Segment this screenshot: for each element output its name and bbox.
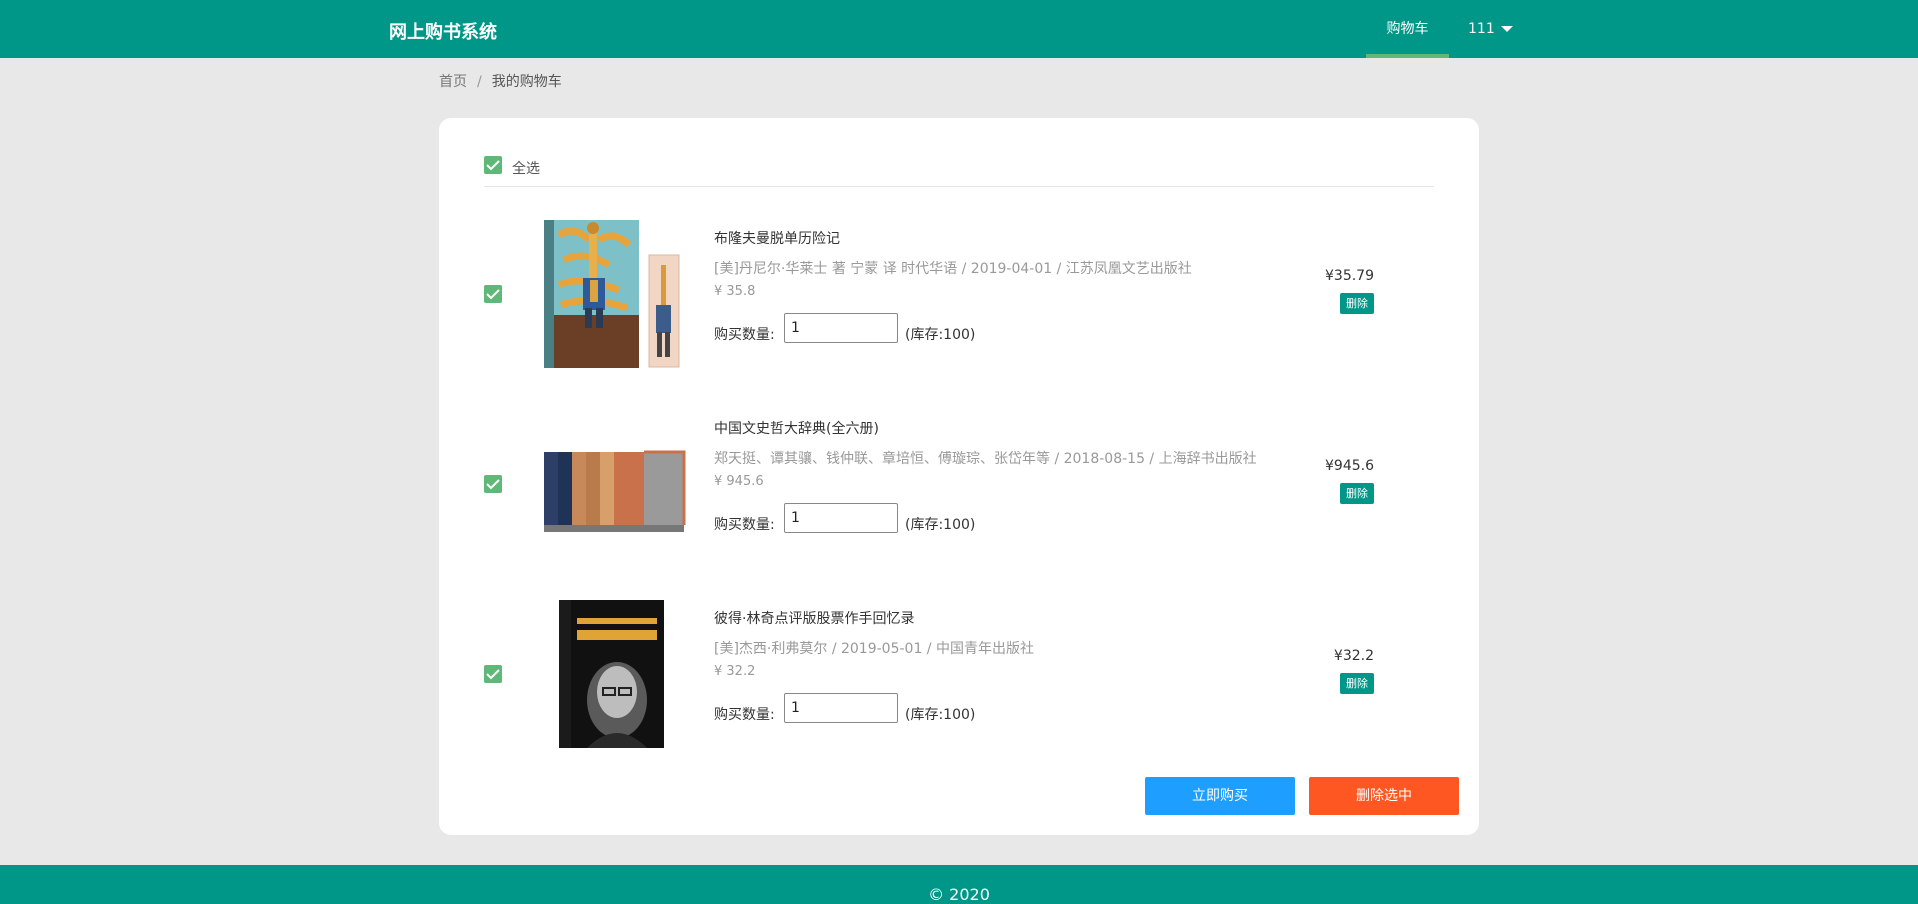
book-meta: [美]杰西·利弗莫尔 / 2019-05-01 / 中国青年出版社 bbox=[714, 641, 1034, 657]
cart-item: 彼得·林奇点评版股票作手回忆录 [美]杰西·利弗莫尔 / 2019-05-01 … bbox=[439, 600, 1479, 790]
nav-cart-label: 购物车 bbox=[1386, 21, 1429, 37]
quantity-input[interactable]: 1 bbox=[784, 313, 898, 343]
book-title[interactable]: 布隆夫曼脱单历险记 bbox=[714, 228, 840, 248]
breadcrumb-separator: / bbox=[477, 74, 482, 90]
nav-cart-link[interactable]: 购物车 bbox=[1366, 0, 1449, 58]
checkmark-icon bbox=[486, 289, 500, 300]
nav-user-label: 111 bbox=[1468, 21, 1495, 37]
quantity-label: 购买数量: bbox=[714, 517, 775, 533]
nav-user-menu[interactable]: 111 bbox=[1468, 0, 1513, 58]
book-unit-price: ¥ 945.6 bbox=[714, 474, 764, 489]
breadcrumb: 首页 / 我的购物车 bbox=[439, 71, 562, 91]
item-subtotal: ¥32.2 bbox=[1333, 648, 1374, 664]
delete-item-button[interactable]: 删除 bbox=[1340, 293, 1374, 314]
buy-now-button[interactable]: 立即购买 bbox=[1145, 777, 1295, 815]
item-subtotal: ¥945.6 bbox=[1325, 458, 1374, 474]
quantity-label: 购买数量: bbox=[714, 707, 775, 723]
book-unit-price: ¥ 35.8 bbox=[714, 284, 756, 299]
checkmark-icon bbox=[486, 479, 500, 490]
checkmark-icon bbox=[486, 669, 500, 680]
delete-item-button[interactable]: 删除 bbox=[1340, 673, 1374, 694]
item-subtotal: ¥35.79 bbox=[1325, 268, 1374, 284]
book-cover-image[interactable] bbox=[539, 410, 689, 560]
select-all-checkbox[interactable] bbox=[484, 156, 502, 174]
top-nav-bar: 网上购书系统 购物车 111 bbox=[0, 0, 1918, 58]
stock-info: (库存:100) bbox=[905, 327, 976, 343]
book-meta: [美]丹尼尔·华莱士 著 宁蒙 译 时代华语 / 2019-04-01 / 江苏… bbox=[714, 261, 1192, 277]
stock-info: (库存:100) bbox=[905, 517, 976, 533]
divider bbox=[484, 186, 1434, 187]
quantity-input[interactable]: 1 bbox=[784, 503, 898, 533]
footer: © 2020 bbox=[0, 865, 1918, 904]
book-title[interactable]: 彼得·林奇点评版股票作手回忆录 bbox=[714, 608, 914, 628]
item-checkbox[interactable] bbox=[484, 665, 502, 683]
quantity-input[interactable]: 1 bbox=[784, 693, 898, 723]
copyright-text: © 2020 bbox=[928, 885, 990, 904]
stock-info: (库存:100) bbox=[905, 707, 976, 723]
book-cover-image[interactable] bbox=[539, 220, 689, 370]
book-unit-price: ¥ 32.2 bbox=[714, 664, 756, 679]
book-title[interactable]: 中国文史哲大辞典(全六册) bbox=[714, 418, 879, 438]
nav-active-indicator bbox=[1366, 54, 1449, 58]
cart-panel: 全选 布隆夫曼脱单历险记 [美]丹尼尔·华莱士 著 宁蒙 译 时代华语 / 20… bbox=[439, 118, 1479, 835]
delete-selected-button[interactable]: 删除选中 bbox=[1309, 777, 1459, 815]
delete-item-button[interactable]: 删除 bbox=[1340, 483, 1374, 504]
cart-item: 布隆夫曼脱单历险记 [美]丹尼尔·华莱士 著 宁蒙 译 时代华语 / 2019-… bbox=[439, 220, 1479, 410]
book-meta: 郑天挺、谭其骧、钱仲联、章培恒、傅璇琮、张岱年等 / 2018-08-15 / … bbox=[714, 451, 1257, 467]
item-checkbox[interactable] bbox=[484, 285, 502, 303]
item-checkbox[interactable] bbox=[484, 475, 502, 493]
breadcrumb-current: 我的购物车 bbox=[491, 74, 562, 90]
cart-item: 中国文史哲大辞典(全六册) 郑天挺、谭其骧、钱仲联、章培恒、傅璇琮、张岱年等 /… bbox=[439, 410, 1479, 600]
checkmark-icon bbox=[486, 160, 500, 171]
quantity-label: 购买数量: bbox=[714, 327, 775, 343]
select-all-label[interactable]: 全选 bbox=[512, 158, 540, 178]
book-cover-image[interactable] bbox=[539, 600, 689, 750]
site-brand[interactable]: 网上购书系统 bbox=[389, 18, 497, 44]
breadcrumb-home-link[interactable]: 首页 bbox=[439, 74, 467, 90]
caret-down-icon bbox=[1500, 26, 1513, 32]
